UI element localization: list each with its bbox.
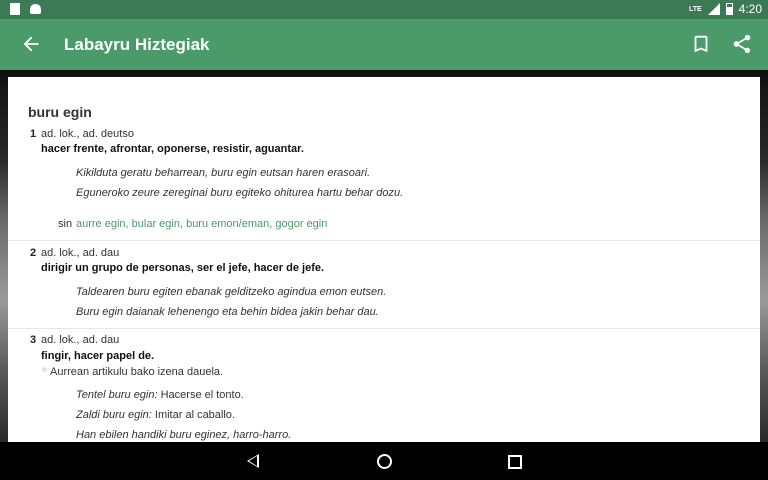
- sense-number: 3: [30, 334, 37, 346]
- bookmark-icon[interactable]: [690, 33, 712, 55]
- divider: [8, 328, 760, 329]
- network-type: LTE: [688, 5, 702, 13]
- back-arrow-icon[interactable]: [20, 33, 42, 55]
- android-icon: [30, 4, 41, 14]
- example-phrase: Tentel buru egin:: [76, 389, 158, 401]
- sense-grammar: ad. lok., ad. deutso: [41, 128, 134, 140]
- app-bar: Labayru Hiztegiak: [0, 19, 768, 70]
- sense-number: 1: [30, 128, 37, 140]
- battery-icon: [725, 3, 733, 15]
- example-translation: Imitar al caballo.: [154, 409, 235, 421]
- example-sentence: Eguneroko zeure zereginai buru egiteko o…: [76, 187, 404, 199]
- nav-recents-icon[interactable]: [508, 455, 522, 469]
- sense-definition: fingir, hacer papel de.: [41, 350, 155, 362]
- synonyms-links[interactable]: aurre egin, bular egin, buru emon/eman, …: [76, 218, 327, 230]
- example-sentence: Tentel buru egin: Hacerse el tonto.: [76, 389, 244, 401]
- example-sentence: Zaldi buru egin: Imitar al caballo.: [76, 409, 235, 421]
- sense-definition: dirigir un grupo de personas, ser el jef…: [41, 262, 325, 274]
- bullet-icon: [42, 367, 47, 372]
- clock: 4:20: [738, 2, 762, 16]
- nav-home-icon[interactable]: [377, 454, 392, 469]
- synonyms-label: sin: [58, 218, 73, 230]
- example-sentence: Kikilduta geratu beharrean, buru egin eu…: [76, 167, 371, 179]
- divider: [8, 240, 760, 241]
- example-phrase: Han ebilen handiki buru eginez, harro-ha…: [76, 429, 292, 441]
- usage-note: Aurrean artikulu bako izena dauela.: [50, 366, 224, 378]
- navigation-bar: [0, 442, 768, 480]
- entry-card[interactable]: buru egin 1 ad. lok., ad. deutso hacer f…: [8, 77, 760, 442]
- example-sentence: Han ebilen handiki buru eginez, harro-ha…: [76, 429, 291, 441]
- share-icon[interactable]: [731, 33, 753, 55]
- sense-definition: hacer frente, afrontar, oponerse, resist…: [41, 143, 304, 155]
- app-title: Labayru Hiztegiak: [64, 35, 210, 54]
- nav-back-icon[interactable]: [247, 454, 259, 468]
- example-sentence: Taldearen buru egiten ebanak gelditzeko …: [76, 286, 387, 298]
- sense-grammar: ad. lok., ad. dau: [41, 334, 120, 346]
- status-bar: LTE 4:20: [0, 0, 768, 19]
- example-translation: Hacerse el tonto.: [160, 389, 244, 401]
- entry-headword: buru egin: [28, 104, 92, 120]
- sense-grammar: ad. lok., ad. dau: [41, 247, 120, 259]
- sense-number: 2: [30, 247, 37, 259]
- example-phrase: Zaldi buru egin:: [76, 409, 152, 421]
- sd-card-icon: [10, 3, 20, 15]
- example-sentence: Buru egin daianak lehenengo eta behin bi…: [76, 306, 379, 318]
- signal-icon: [707, 3, 720, 15]
